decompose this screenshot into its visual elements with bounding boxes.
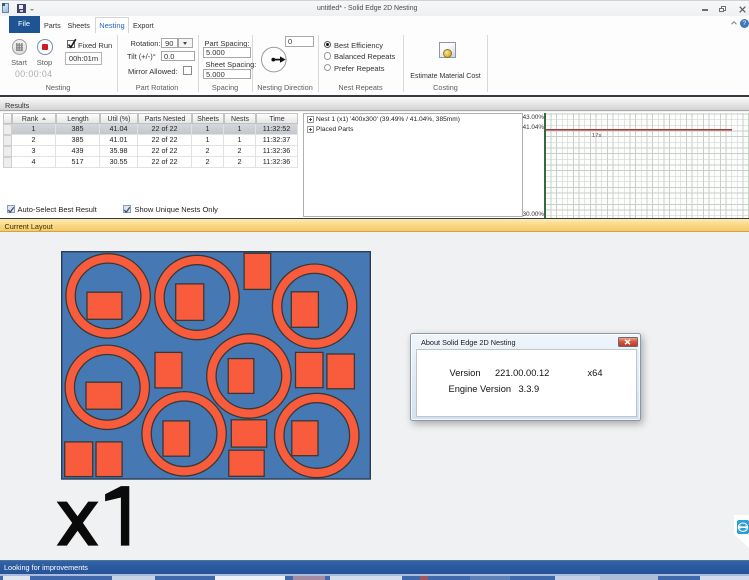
svg-text:17s: 17s [592,133,601,139]
